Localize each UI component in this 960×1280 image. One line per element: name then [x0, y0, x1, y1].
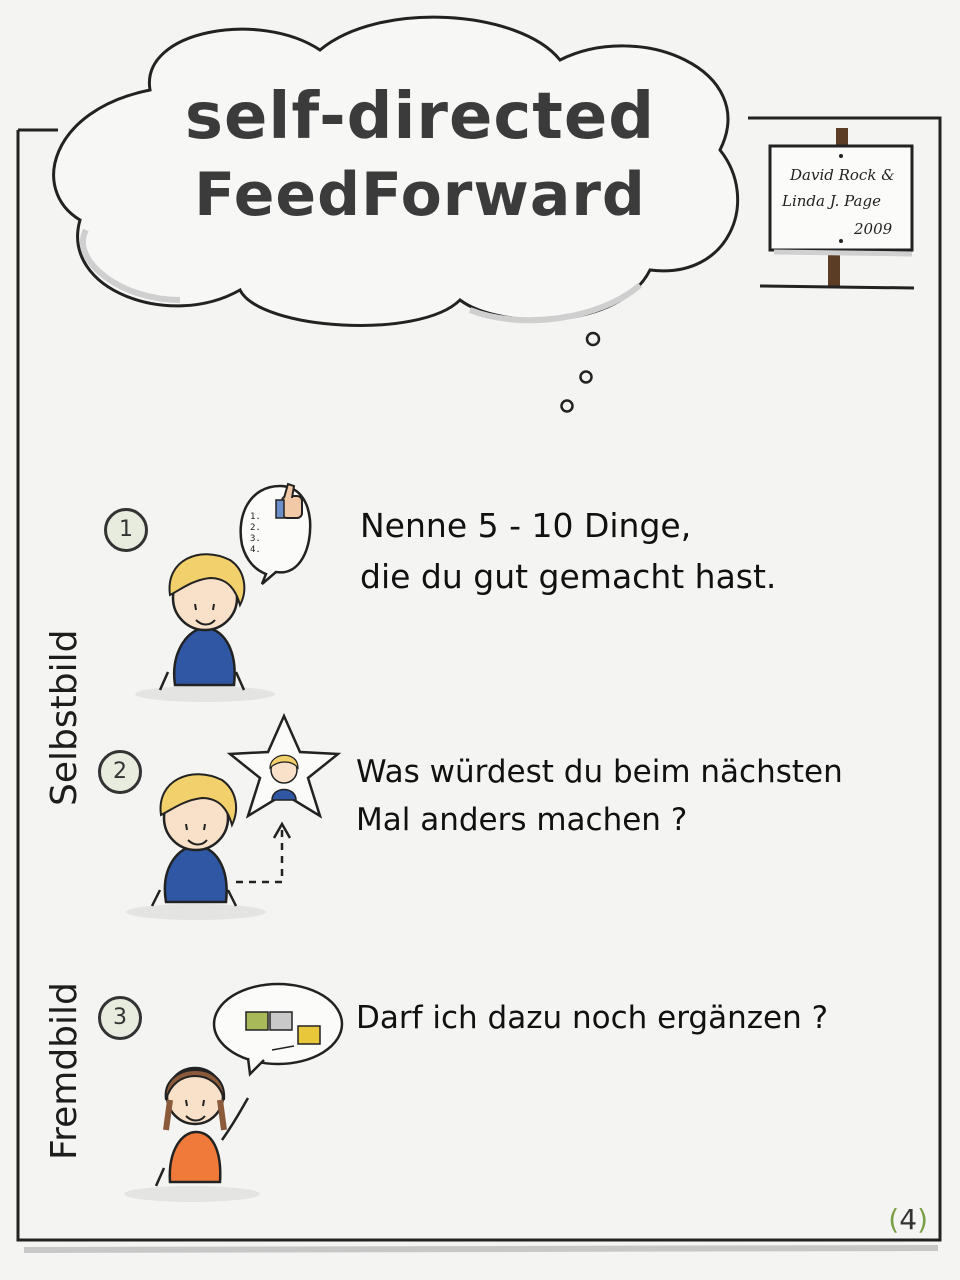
- step-3-text: Darf ich dazu noch ergänzen ?: [356, 994, 828, 1042]
- step-1-line-1: Nenne 5 - 10 Dinge,: [360, 506, 692, 545]
- thought-dot-icon: [585, 331, 601, 347]
- page-number: (4): [888, 1203, 928, 1236]
- side-label-fremdbild: Fremdbild: [44, 982, 85, 1160]
- side-label-selbstbild: Selbstbild: [44, 629, 85, 806]
- title-line-1: self-directed: [184, 80, 656, 154]
- title-line-2: FeedForward: [194, 160, 646, 230]
- page-number-value: 4: [899, 1203, 918, 1236]
- step-2-line-1: Was würdest du beim nächsten: [356, 754, 843, 790]
- step-2-text: Was würdest du beim nächsten Mal anders …: [356, 748, 843, 844]
- person-self-icon: [126, 773, 266, 920]
- step-1-line-2: die du gut gemacht hast.: [360, 557, 777, 597]
- step-number-3: 3: [98, 996, 142, 1040]
- sign-author-1: David Rock &: [790, 166, 895, 184]
- thought-dot-icon: [579, 370, 593, 384]
- speech-list-item: 3.: [250, 534, 261, 544]
- person-other-icon: [124, 1066, 260, 1202]
- sketchnote-page: self-directed FeedForward David Rock & L…: [0, 0, 960, 1280]
- step-number-2: 2: [98, 750, 142, 794]
- step-1-text: Nenne 5 - 10 Dinge, die du gut gemacht h…: [360, 500, 776, 602]
- star-icon: [226, 712, 342, 819]
- step-2-line-2: Mal anders machen ?: [356, 802, 688, 839]
- speech-list-item: 1.: [250, 512, 261, 522]
- sign-author-2: Linda J. Page: [782, 192, 881, 210]
- step-number-1: 1: [104, 508, 148, 552]
- thought-dot-icon: [560, 399, 574, 413]
- speech-list-item: 2.: [250, 523, 261, 533]
- person-self-icon: [135, 553, 275, 702]
- speech-list-item: 4.: [250, 545, 261, 555]
- sign-year: 2009: [854, 220, 893, 238]
- speech-list: 1. 2. 3. 4.: [250, 512, 261, 556]
- step-3-line-1: Darf ich dazu noch ergänzen ?: [356, 1000, 829, 1036]
